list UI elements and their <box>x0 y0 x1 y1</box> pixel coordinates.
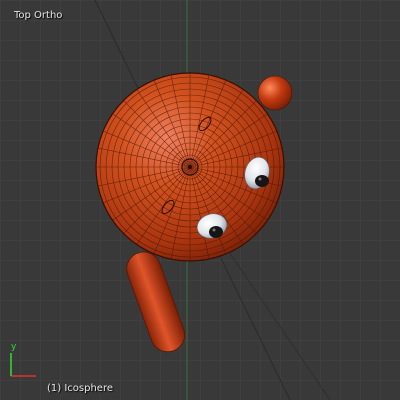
small-sphere-object[interactable] <box>257 75 293 111</box>
view-mode-label: Top Ortho <box>14 10 63 21</box>
active-object-label: (1) Icosphere <box>47 383 114 394</box>
scene-canvas[interactable] <box>0 0 400 400</box>
gizmo-y-label: y <box>11 342 17 352</box>
3d-viewport[interactable]: Top Ortho y (1) Icosphere <box>0 0 400 400</box>
